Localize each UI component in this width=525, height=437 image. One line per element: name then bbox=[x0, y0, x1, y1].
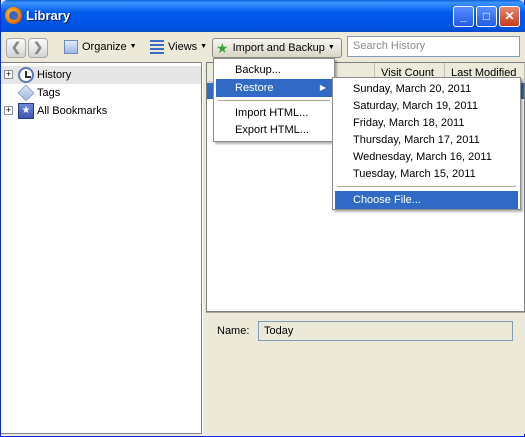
forward-button[interactable]: ❯ bbox=[28, 38, 48, 58]
organize-label: Organize bbox=[82, 41, 127, 53]
details-pane: Name: Today bbox=[206, 312, 525, 434]
restore-date-item[interactable]: Thursday, March 17, 2011 bbox=[335, 131, 518, 149]
restore-submenu: Sunday, March 20, 2011 Saturday, March 1… bbox=[332, 77, 521, 210]
library-window: Library _ □ ✕ ❮ ❯ Organize ▼ Views ▼ ★ Impo… bbox=[0, 0, 525, 437]
submenu-arrow-icon: ▶ bbox=[319, 83, 326, 92]
import-backup-label: Import and Backup bbox=[232, 42, 325, 54]
views-label: Views bbox=[168, 41, 198, 53]
import-backup-button[interactable]: ★ Import and Backup ▼ bbox=[212, 38, 342, 58]
organize-icon bbox=[64, 40, 78, 55]
name-field[interactable]: Today bbox=[258, 321, 513, 341]
forward-arrow-icon: ❯ bbox=[32, 40, 44, 54]
search-input[interactable]: Search History bbox=[347, 36, 520, 57]
dropdown-arrow-icon: ▼ bbox=[200, 43, 208, 51]
views-icon bbox=[150, 40, 164, 55]
back-arrow-icon: ❮ bbox=[10, 40, 22, 54]
tree-item-label: Tags bbox=[37, 87, 61, 99]
clock-icon bbox=[18, 67, 34, 83]
menu-separator bbox=[218, 100, 330, 101]
menu-separator bbox=[337, 186, 516, 187]
expand-icon[interactable]: + bbox=[4, 106, 13, 115]
restore-date-item[interactable]: Tuesday, March 15, 2011 bbox=[335, 165, 518, 183]
menu-item-label: Restore bbox=[235, 82, 274, 94]
close-button[interactable]: ✕ bbox=[499, 6, 520, 27]
tree-item-label: All Bookmarks bbox=[37, 105, 108, 117]
views-button[interactable]: Views ▼ bbox=[147, 38, 210, 58]
tree-item-all-bookmarks[interactable]: + ★ All Bookmarks bbox=[1, 102, 201, 120]
import-backup-menu: Backup... Restore ▶ Import HTML... Expor… bbox=[213, 58, 335, 142]
title-bar[interactable]: Library _ □ ✕ bbox=[1, 0, 525, 32]
tree-item-history[interactable]: + History bbox=[1, 66, 201, 84]
menu-item-export-html[interactable]: Export HTML... bbox=[216, 121, 332, 139]
restore-date-item[interactable]: Wednesday, March 16, 2011 bbox=[335, 148, 518, 166]
back-button[interactable]: ❮ bbox=[6, 38, 26, 58]
restore-date-item[interactable]: Sunday, March 20, 2011 bbox=[335, 80, 518, 98]
tree-item-label: History bbox=[37, 69, 72, 81]
tree-item-tags[interactable]: Tags bbox=[1, 84, 201, 102]
firefox-icon bbox=[5, 7, 22, 24]
expand-icon[interactable]: + bbox=[4, 70, 13, 79]
minimize-button[interactable]: _ bbox=[453, 6, 474, 27]
restore-date-item[interactable]: Saturday, March 19, 2011 bbox=[335, 97, 518, 115]
dropdown-arrow-icon: ▼ bbox=[327, 44, 335, 52]
menu-item-restore[interactable]: Restore ▶ bbox=[216, 79, 332, 97]
bookmarks-star-icon: ★ bbox=[18, 103, 34, 119]
organize-button[interactable]: Organize ▼ bbox=[61, 38, 140, 58]
menu-item-import-html[interactable]: Import HTML... bbox=[216, 104, 332, 122]
star-icon: ★ bbox=[216, 40, 229, 57]
menu-item-backup[interactable]: Backup... bbox=[216, 61, 332, 79]
window-title: Library bbox=[26, 8, 71, 23]
maximize-button[interactable]: □ bbox=[476, 6, 497, 27]
name-label: Name: bbox=[217, 325, 250, 337]
folder-tree: + History Tags + ★ All Bookmarks bbox=[1, 62, 202, 434]
dropdown-arrow-icon: ▼ bbox=[129, 43, 137, 51]
menu-item-choose-file[interactable]: Choose File... bbox=[335, 191, 518, 209]
tag-icon bbox=[17, 84, 35, 102]
restore-date-item[interactable]: Friday, March 18, 2011 bbox=[335, 114, 518, 132]
